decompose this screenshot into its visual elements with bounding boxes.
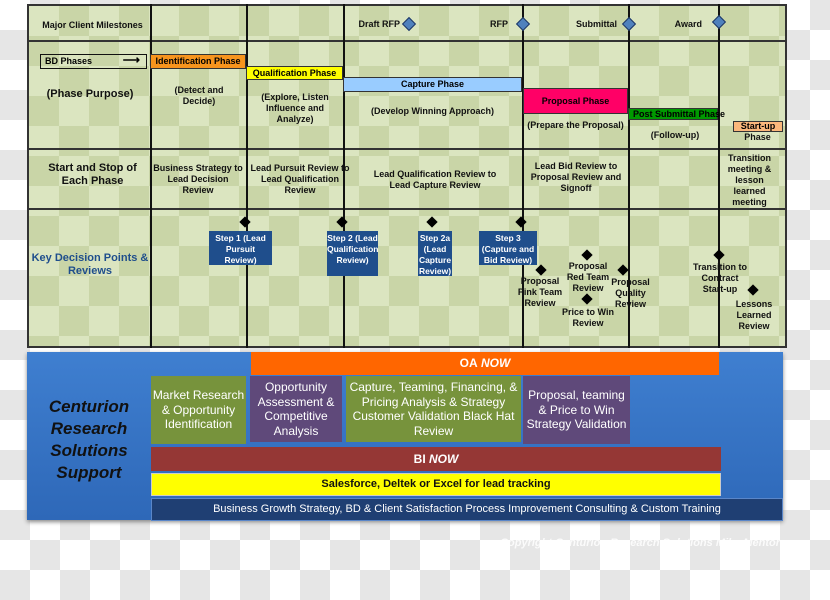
col-divider — [718, 4, 720, 348]
review-quality: Proposal Quality Review — [611, 277, 650, 309]
support-box-market-research: Market Research & Opportunity Identifica… — [151, 376, 246, 444]
review-pink-team: Proposal Pink Team Review — [517, 276, 563, 308]
milestone-award: Award — [674, 19, 702, 29]
review-red-team: Proposal Red Team Review — [566, 261, 610, 293]
review-transition: Transition to Contract Start-up — [693, 262, 747, 294]
start-stop-item: Business Strategy to Lead Decision Revie… — [153, 163, 243, 195]
start-stop-item: Lead Bid Review to Proposal Review and S… — [530, 161, 622, 193]
row-divider — [27, 208, 787, 210]
row-divider — [27, 148, 787, 150]
identification-phase-bar: Identification Phase — [150, 54, 246, 69]
col-divider — [246, 4, 248, 348]
step-2-box: Step 2 (Lead Qualification Review) — [327, 231, 378, 276]
phase-purpose: (Follow-up) — [650, 130, 700, 140]
bd-phases-text: BD Phases — [45, 56, 93, 66]
review-lessons-learned: Lessons Learned Review — [735, 299, 773, 331]
step-1-box: Step 1 (Lead Pursuit Review) — [209, 231, 272, 265]
support-box-capture: Capture, Teaming, Financing, & Pricing A… — [346, 376, 521, 442]
support-title: Centurion Research Solutions Support — [48, 397, 130, 482]
phase-purpose: (Detect and Decide) — [174, 85, 224, 106]
phase-purpose: (Explore, Listen Influence and Analyze) — [261, 92, 329, 124]
row-divider — [27, 40, 787, 42]
step-2a-box: Step 2a (Lead Capture Review) — [418, 231, 452, 276]
oa-now-bar: OA NOW — [251, 352, 719, 375]
phase-purpose: (Develop Winning Approach) — [370, 106, 495, 116]
review-price-to-win: Price to Win Review — [562, 307, 614, 328]
oa-now-text: NOW — [481, 356, 511, 371]
startup-phase-bar: Start-up — [733, 121, 783, 132]
milestones-label: Major Client Milestones — [42, 20, 143, 30]
bi-now-text: NOW — [429, 451, 459, 466]
bd-phases-label: BD Phases ⟶ — [40, 54, 147, 69]
decision-points-label: Key Decision Points & Reviews — [31, 252, 149, 277]
step-3-box: Step 3 (Capture and Bid Review) — [479, 231, 537, 265]
startup-phase-label: Phase — [744, 132, 771, 142]
copyright-watermark: Copyright Centurion Research Solutions M… — [500, 537, 780, 549]
bi-text: BI — [413, 451, 426, 466]
support-box-opportunity-assessment: Opportunity Assessment & Competitive Ana… — [250, 376, 342, 442]
lead-tracking-bar: Salesforce, Deltek or Excel for lead tra… — [151, 473, 721, 496]
start-stop-item: Lead Pursuit Review to Lead Qualificatio… — [250, 163, 350, 195]
consulting-bar: Business Growth Strategy, BD & Client Sa… — [151, 498, 783, 521]
phase-purpose-label: (Phase Purpose) — [46, 88, 134, 100]
milestone-rfp: RFP — [490, 19, 508, 29]
post-submittal-phase-bar: Post Submittal Phase — [628, 108, 725, 120]
phase-purpose: (Prepare the Proposal) — [527, 120, 624, 130]
bi-now-bar: BI NOW — [151, 447, 721, 471]
proposal-phase-bar: Proposal Phase — [523, 88, 628, 114]
milestone-draft-rfp: Draft RFP — [358, 19, 400, 29]
start-stop-label: Start and Stop of Each Phase — [48, 162, 137, 187]
oa-text: OA — [459, 356, 478, 371]
milestone-submittal: Submittal — [575, 19, 617, 29]
support-box-proposal: Proposal, teaming & Price to Win Strateg… — [523, 376, 630, 444]
start-stop-item: Transition meeting & lesson learned meet… — [727, 153, 772, 207]
capture-phase-bar: Capture Phase — [343, 77, 522, 92]
qualification-phase-bar: Qualification Phase — [246, 66, 343, 80]
start-stop-item: Lead Qualification Review to Lead Captur… — [373, 169, 497, 190]
arrow-right-icon: ⟶ — [122, 53, 140, 67]
